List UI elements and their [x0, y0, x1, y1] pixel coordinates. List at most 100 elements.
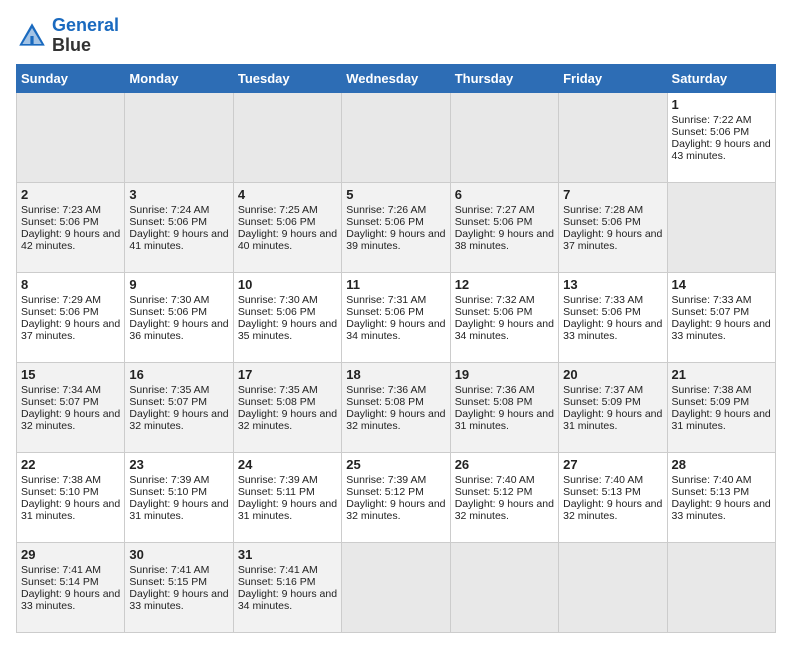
weekday-header-monday: Monday — [125, 64, 233, 92]
sunrise: Sunrise: 7:35 AM — [238, 384, 318, 396]
daylight: Daylight: 9 hours and 37 minutes. — [21, 318, 120, 342]
daylight: Daylight: 9 hours and 33 minutes. — [21, 588, 120, 612]
daylight: Daylight: 9 hours and 31 minutes. — [21, 498, 120, 522]
day-number: 28 — [672, 457, 771, 472]
day-number: 20 — [563, 367, 662, 382]
sunset: Sunset: 5:06 PM — [238, 216, 316, 228]
calendar-cell: 9Sunrise: 7:30 AMSunset: 5:06 PMDaylight… — [125, 272, 233, 362]
daylight: Daylight: 9 hours and 32 minutes. — [129, 408, 228, 432]
calendar-cell: 8Sunrise: 7:29 AMSunset: 5:06 PMDaylight… — [17, 272, 125, 362]
week-row-4: 15Sunrise: 7:34 AMSunset: 5:07 PMDayligh… — [17, 362, 776, 452]
sunrise: Sunrise: 7:39 AM — [129, 474, 209, 486]
week-row-2: 2Sunrise: 7:23 AMSunset: 5:06 PMDaylight… — [17, 182, 776, 272]
calendar-cell: 28 Sunrise: 7:40 AMSunset: 5:13 PMDayligh… — [667, 452, 775, 542]
sunrise: Sunrise: 7:37 AM — [563, 384, 643, 396]
sunrise: Sunrise: 7:36 AM — [346, 384, 426, 396]
daylight: Daylight: 9 hours and 33 minutes. — [563, 318, 662, 342]
sunset: Sunset: 5:14 PM — [21, 576, 99, 588]
calendar-cell: 3Sunrise: 7:24 AMSunset: 5:06 PMDaylight… — [125, 182, 233, 272]
calendar-table: SundayMondayTuesdayWednesdayThursdayFrid… — [16, 64, 776, 633]
day-number: 15 — [21, 367, 120, 382]
sunrise: Sunrise: 7:30 AM — [238, 294, 318, 306]
sunset: Sunset: 5:13 PM — [672, 486, 750, 498]
daylight: Daylight: 9 hours and 32 minutes. — [346, 408, 445, 432]
calendar-cell — [450, 92, 558, 182]
calendar-cell: 18Sunrise: 7:36 AMSunset: 5:08 PMDayligh… — [342, 362, 450, 452]
sunrise: Sunrise: 7:41 AM — [238, 564, 318, 576]
daylight: Daylight: 9 hours and 33 minutes. — [672, 498, 771, 522]
sunset: Sunset: 5:12 PM — [346, 486, 424, 498]
sunset: Sunset: 5:10 PM — [129, 486, 207, 498]
week-row-5: 22Sunrise: 7:38 AMSunset: 5:10 PMDayligh… — [17, 452, 776, 542]
sunrise: Sunrise: 7:25 AM — [238, 204, 318, 216]
daylight: Daylight: 9 hours and 32 minutes. — [346, 498, 445, 522]
page-header: General Blue — [16, 16, 776, 56]
daylight: Daylight: 9 hours and 37 minutes. — [563, 228, 662, 252]
sunset: Sunset: 5:09 PM — [672, 396, 750, 408]
daylight: Daylight: 9 hours and 31 minutes. — [563, 408, 662, 432]
calendar-cell — [667, 182, 775, 272]
week-row-1: 1Sunrise: 7:22 AMSunset: 5:06 PMDaylight… — [17, 92, 776, 182]
sunset: Sunset: 5:06 PM — [21, 306, 99, 318]
day-number: 13 — [563, 277, 662, 292]
calendar-cell: 19Sunrise: 7:36 AMSunset: 5:08 PMDayligh… — [450, 362, 558, 452]
daylight: Daylight: 9 hours and 32 minutes. — [238, 408, 337, 432]
calendar-cell: 14Sunrise: 7:33 AMSunset: 5:07 PMDayligh… — [667, 272, 775, 362]
daylight: Daylight: 9 hours and 38 minutes. — [455, 228, 554, 252]
sunset: Sunset: 5:06 PM — [563, 306, 641, 318]
weekday-header-friday: Friday — [559, 64, 667, 92]
logo-icon — [16, 20, 48, 52]
calendar-cell: 16Sunrise: 7:35 AMSunset: 5:07 PMDayligh… — [125, 362, 233, 452]
calendar-cell: 31Sunrise: 7:41 AMSunset: 5:16 PMDayligh… — [233, 542, 341, 632]
daylight: Daylight: 9 hours and 31 minutes. — [455, 408, 554, 432]
daylight: Daylight: 9 hours and 43 minutes. — [672, 138, 771, 162]
day-number: 29 — [21, 547, 120, 562]
calendar-cell — [125, 92, 233, 182]
day-number: 6 — [455, 187, 554, 202]
sunset: Sunset: 5:11 PM — [238, 486, 315, 498]
daylight: Daylight: 9 hours and 31 minutes. — [238, 498, 337, 522]
sunrise: Sunrise: 7:26 AM — [346, 204, 426, 216]
sunrise: Sunrise: 7:23 AM — [21, 204, 101, 216]
day-number: 14 — [672, 277, 771, 292]
day-number: 9 — [129, 277, 228, 292]
daylight: Daylight: 9 hours and 41 minutes. — [129, 228, 228, 252]
day-number: 2 — [21, 187, 120, 202]
calendar-cell: 30Sunrise: 7:41 AMSunset: 5:15 PMDayligh… — [125, 542, 233, 632]
day-number: 24 — [238, 457, 337, 472]
sunrise: Sunrise: 7:40 AM — [672, 474, 752, 486]
sunset: Sunset: 5:06 PM — [455, 216, 533, 228]
sunset: Sunset: 5:07 PM — [129, 396, 207, 408]
week-row-3: 8Sunrise: 7:29 AMSunset: 5:06 PMDaylight… — [17, 272, 776, 362]
daylight: Daylight: 9 hours and 42 minutes. — [21, 228, 120, 252]
sunrise: Sunrise: 7:33 AM — [672, 294, 752, 306]
logo: General Blue — [16, 16, 119, 56]
calendar-cell — [342, 92, 450, 182]
calendar-cell: 10Sunrise: 7:30 AMSunset: 5:06 PMDayligh… — [233, 272, 341, 362]
sunrise: Sunrise: 7:38 AM — [21, 474, 101, 486]
sunrise: Sunrise: 7:40 AM — [563, 474, 643, 486]
daylight: Daylight: 9 hours and 32 minutes. — [21, 408, 120, 432]
sunset: Sunset: 5:08 PM — [346, 396, 424, 408]
calendar-cell: 6Sunrise: 7:27 AMSunset: 5:06 PMDaylight… — [450, 182, 558, 272]
sunrise: Sunrise: 7:28 AM — [563, 204, 643, 216]
daylight: Daylight: 9 hours and 33 minutes. — [672, 318, 771, 342]
calendar-cell: 29Sunrise: 7:41 AMSunset: 5:14 PMDayligh… — [17, 542, 125, 632]
calendar-cell — [559, 92, 667, 182]
sunset: Sunset: 5:06 PM — [672, 126, 750, 138]
day-number: 11 — [346, 277, 445, 292]
day-number: 31 — [238, 547, 337, 562]
day-number: 17 — [238, 367, 337, 382]
daylight: Daylight: 9 hours and 32 minutes. — [563, 498, 662, 522]
calendar-cell: 7Sunrise: 7:28 AMSunset: 5:06 PMDaylight… — [559, 182, 667, 272]
calendar-cell — [450, 542, 558, 632]
weekday-header-tuesday: Tuesday — [233, 64, 341, 92]
day-number: 30 — [129, 547, 228, 562]
sunrise: Sunrise: 7:41 AM — [129, 564, 209, 576]
calendar-cell: 13Sunrise: 7:33 AMSunset: 5:06 PMDayligh… — [559, 272, 667, 362]
sunset: Sunset: 5:08 PM — [238, 396, 316, 408]
weekday-header-sunday: Sunday — [17, 64, 125, 92]
sunset: Sunset: 5:12 PM — [455, 486, 533, 498]
daylight: Daylight: 9 hours and 36 minutes. — [129, 318, 228, 342]
day-number: 5 — [346, 187, 445, 202]
